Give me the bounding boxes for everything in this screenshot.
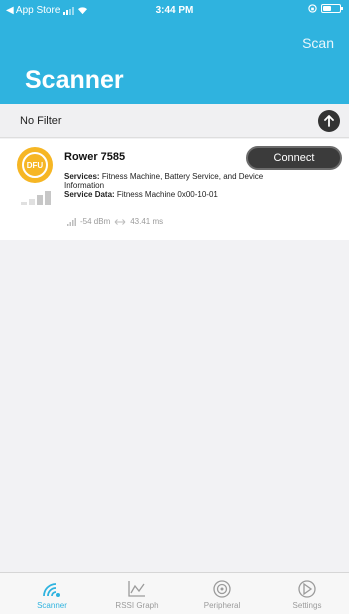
services-line: Services: Fitness Machine, Battery Servi… — [64, 172, 304, 190]
signal-icon — [67, 217, 76, 226]
rssi-strength-icon — [21, 191, 51, 205]
tab-settings-label: Settings — [292, 601, 322, 610]
filter-label: No Filter — [20, 115, 62, 127]
status-time: 3:44 PM — [155, 5, 194, 16]
advertising-interval: 43.41 ms — [130, 217, 164, 226]
device-list-item[interactable]: DFU Rower 7585 Connect Services: Fitness… — [0, 139, 349, 240]
orientation-lock-icon — [308, 4, 317, 13]
device-advertisement-data: Services: Fitness Machine, Battery Servi… — [64, 172, 304, 199]
status-bar: ◀ App Store 3:44 PM — [0, 0, 349, 20]
page-title: Scanner — [25, 66, 124, 94]
device-name: Rower 7585 — [64, 151, 126, 163]
arrow-up-icon — [324, 115, 334, 127]
tab-scanner[interactable]: Scanner — [12, 579, 92, 610]
scanner-icon — [43, 583, 60, 597]
tab-scanner-label: Scanner — [37, 601, 67, 610]
settings-icon — [298, 580, 316, 598]
service-data-line: Service Data: Fitness Machine 0x00-10-01 — [64, 190, 304, 199]
filter-toggle-button[interactable] — [318, 110, 340, 132]
service-data-value: Fitness Machine 0x00-10-01 — [114, 190, 218, 199]
peripheral-icon — [213, 580, 231, 598]
tab-peripheral-label: Peripheral — [203, 601, 241, 610]
nav-header: ◀ App Store 3:44 PM Scan Scanner — [0, 0, 349, 104]
services-label: Services: — [64, 172, 100, 181]
status-right — [308, 4, 343, 13]
graph-icon — [128, 581, 145, 597]
tab-bar: Scanner RSSI Graph Peripheral Settings — [0, 572, 349, 614]
connect-button[interactable]: Connect — [246, 146, 342, 170]
dfu-badge-text: DFU — [22, 152, 48, 178]
rssi-value: -54 dBm — [80, 217, 111, 226]
tab-rssi-graph-label: RSSI Graph — [115, 601, 159, 610]
interval-arrows-icon — [114, 218, 126, 225]
scan-button[interactable]: Scan — [302, 35, 334, 51]
tab-settings[interactable]: Settings — [267, 579, 347, 610]
filter-bar[interactable]: No Filter — [0, 104, 349, 138]
service-data-label: Service Data: — [64, 190, 115, 199]
battery-icon — [321, 4, 343, 13]
device-meta: -54 dBm 43.41 ms — [67, 217, 163, 226]
tab-peripheral[interactable]: Peripheral — [182, 579, 262, 610]
app-screen: ◀ App Store 3:44 PM Scan Scanner No Filt… — [0, 0, 349, 614]
dfu-icon: DFU — [17, 147, 53, 183]
tab-rssi-graph[interactable]: RSSI Graph — [97, 579, 177, 610]
